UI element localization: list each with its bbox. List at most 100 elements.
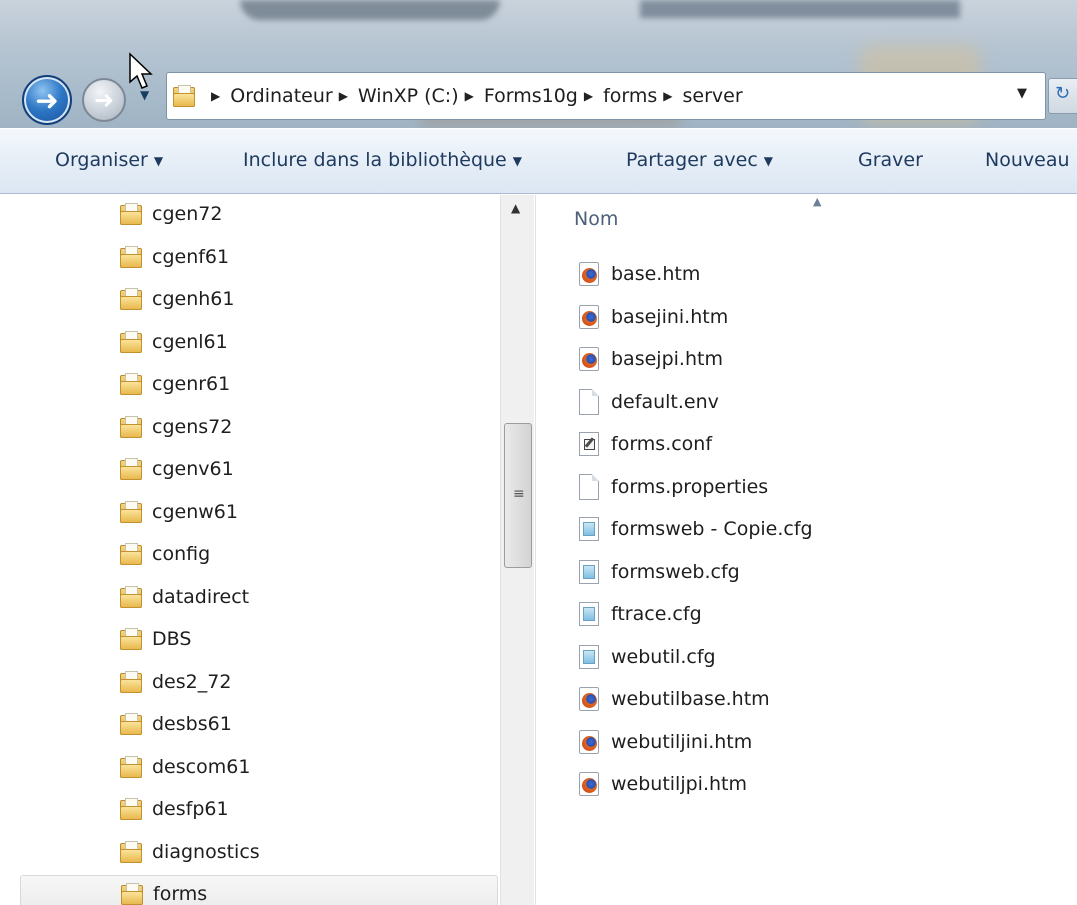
nav-folder-item[interactable]: config	[120, 535, 210, 573]
breadcrumb-separator-icon[interactable]: ▶	[211, 89, 220, 103]
file-list-item[interactable]: basejpi.htm	[579, 340, 723, 378]
file-list-item[interactable]: default.env	[579, 383, 719, 421]
column-header-name[interactable]: Nom	[574, 208, 618, 230]
nav-folder-item[interactable]: desbs61	[120, 705, 232, 743]
scrollbar-thumb[interactable]: ≡	[504, 423, 532, 568]
firefox-html-icon	[579, 347, 601, 371]
firefox-html-icon	[579, 687, 601, 711]
folder-icon	[120, 585, 144, 608]
file-name: forms.properties	[611, 475, 769, 498]
nav-folder-item[interactable]: cgenw61	[120, 493, 238, 531]
nav-folder-item[interactable]: cgens72	[120, 408, 232, 446]
folder-icon	[120, 543, 144, 565]
back-button[interactable]: ➜	[22, 75, 72, 125]
folder-icon	[120, 330, 144, 353]
file-list-item[interactable]: formsweb.cfg	[579, 553, 740, 591]
file-list-item[interactable]: forms.conf	[579, 425, 712, 463]
nav-folder-item[interactable]: descom61	[120, 748, 250, 786]
breadcrumb-separator-icon[interactable]: ▶	[663, 89, 672, 103]
refresh-icon: ↻	[1055, 83, 1071, 104]
file-name: forms.conf	[611, 433, 713, 455]
nav-folder-item[interactable]: cgenf61	[120, 238, 229, 276]
arrow-left-icon: ➜	[35, 83, 59, 117]
nav-folder-item[interactable]: forms	[20, 875, 498, 905]
nav-folder-item[interactable]: cgenv61	[120, 450, 234, 488]
new-folder-button[interactable]: Nouveau	[985, 149, 1070, 171]
nav-folder-item[interactable]: cgen72	[120, 195, 222, 233]
file-list-item[interactable]: webutil.cfg	[579, 638, 716, 676]
cfg-file-icon	[579, 559, 601, 584]
scroll-up-icon[interactable]: ▲	[511, 201, 520, 215]
include-library-button[interactable]: Inclure dans la bibliothèque ▼	[243, 149, 522, 171]
file-name: base.htm	[611, 263, 701, 285]
nav-folder-label: cgenf61	[152, 245, 230, 268]
command-bar: Organiser ▼ Inclure dans la bibliothèque ▼…	[0, 128, 1077, 194]
file-list-item[interactable]: webutiljpi.htm	[579, 765, 747, 803]
folder-icon	[120, 203, 144, 225]
nav-folder-label: des2_72	[152, 670, 232, 693]
nav-folder-item[interactable]: desfp61	[120, 790, 229, 828]
nav-folder-item[interactable]: DBS	[120, 620, 191, 658]
chevron-down-icon: ▼	[512, 153, 522, 168]
firefox-html-icon	[579, 262, 601, 286]
breadcrumb-separator-icon[interactable]: ▶	[339, 89, 348, 103]
breadcrumb-item[interactable]: WinXP (C:)	[358, 85, 459, 107]
nav-folder-label: desbs61	[152, 713, 232, 735]
breadcrumb-separator-icon[interactable]: ▶	[465, 89, 474, 103]
file-list-item[interactable]: formsweb - Copie.cfg	[579, 510, 813, 548]
nav-folder-item[interactable]: cgenh61	[120, 280, 234, 318]
mouse-cursor-icon	[129, 52, 153, 89]
folder-icon	[120, 755, 144, 778]
folder-icon	[120, 670, 144, 693]
nav-folder-label: DBS	[152, 628, 192, 650]
new-folder-label: Nouveau	[985, 149, 1070, 171]
cfg-file-icon	[579, 602, 601, 626]
breadcrumb: ▶ Ordinateur ▶ WinXP (C:) ▶ Forms10g ▶ forms ▶ se…	[205, 85, 743, 107]
burn-label: Graver	[858, 149, 923, 171]
nav-folder-label: cgenw61	[152, 500, 238, 523]
firefox-html-icon	[579, 729, 601, 754]
folder-icon	[120, 288, 144, 310]
navigation-scrollbar[interactable]: ▲ ≡	[500, 195, 534, 905]
share-button[interactable]: Partager avec ▼	[626, 149, 773, 171]
file-name: formsweb - Copie.cfg	[611, 518, 813, 540]
grip-icon: ≡	[513, 486, 525, 502]
chevron-down-icon: ▼	[153, 153, 164, 168]
file-list-pane: Nom ▲ base.htm basejini.htm basejpi.htm def…	[537, 195, 1077, 905]
organise-label: Organiser	[55, 149, 148, 171]
breadcrumb-item[interactable]: forms	[603, 85, 657, 107]
folder-icon	[120, 415, 144, 438]
address-dropdown-icon[interactable]: ▼	[1017, 86, 1027, 101]
folder-icon	[120, 713, 144, 735]
nav-folder-item[interactable]: cgenl61	[120, 323, 228, 361]
folder-icon	[121, 883, 145, 905]
folder-icon	[173, 85, 197, 107]
file-list-item[interactable]: ftrace.cfg	[579, 595, 702, 633]
breadcrumb-separator-icon[interactable]: ▶	[584, 89, 593, 103]
forward-button[interactable]: ➜	[82, 78, 126, 122]
window-title-area: ➜ ➜ ▼ ▶ Ordinateur ▶ WinXP (C:) ▶ Forms10g ▶ fo…	[0, 0, 1077, 128]
folder-icon	[120, 798, 144, 820]
folder-icon	[120, 458, 144, 480]
file-list-item[interactable]: basejini.htm	[579, 298, 728, 336]
file-name: webutilbase.htm	[611, 688, 770, 710]
breadcrumb-item[interactable]: Ordinateur	[230, 85, 332, 107]
file-list-item[interactable]: base.htm	[579, 255, 700, 293]
address-bar[interactable]: ▶ Ordinateur ▶ WinXP (C:) ▶ Forms10g ▶ forms ▶ se…	[166, 72, 1046, 120]
nav-folder-label: cgenl61	[152, 330, 228, 353]
refresh-button[interactable]: ↻	[1048, 78, 1077, 114]
file-name: ftrace.cfg	[611, 603, 702, 625]
burn-button[interactable]: Graver	[858, 149, 923, 171]
nav-folder-item[interactable]: diagnostics	[120, 833, 260, 871]
organise-button[interactable]: Organiser ▼	[55, 149, 163, 171]
breadcrumb-item[interactable]: server	[683, 85, 743, 107]
file-list-item[interactable]: webutiljini.htm	[579, 723, 752, 761]
file-list-item[interactable]: webutilbase.htm	[579, 680, 770, 718]
nav-folder-item[interactable]: cgenr61	[120, 365, 230, 403]
firefox-html-icon	[579, 304, 601, 329]
blank-file-icon	[579, 473, 601, 500]
nav-folder-item[interactable]: datadirect	[120, 578, 249, 616]
nav-folder-item[interactable]: des2_72	[120, 663, 231, 701]
breadcrumb-item[interactable]: Forms10g	[484, 85, 578, 107]
file-list-item[interactable]: forms.properties	[579, 468, 768, 506]
